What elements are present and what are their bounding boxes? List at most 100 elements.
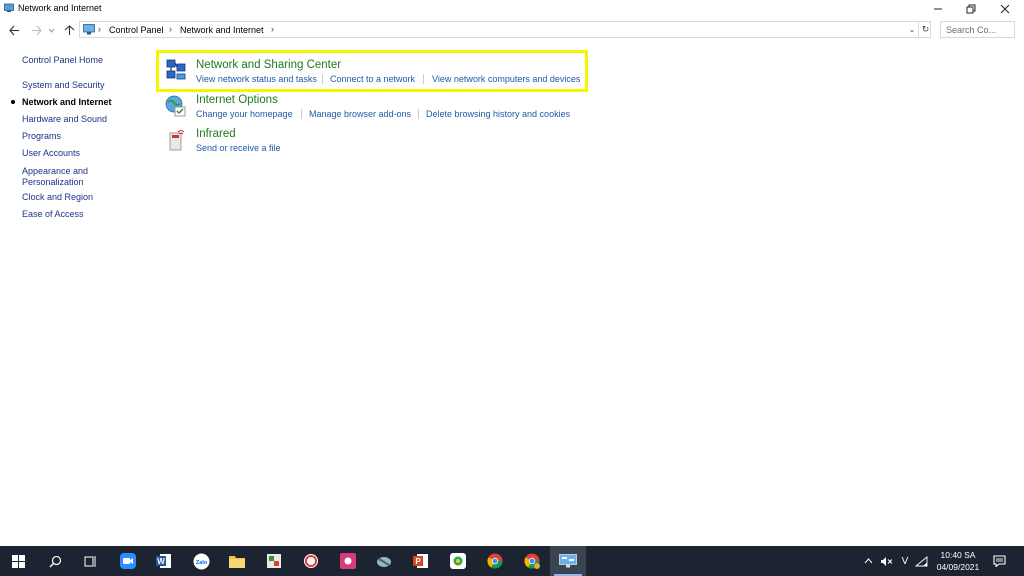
start-button[interactable] [0, 546, 36, 576]
nav-clock-and-region[interactable]: Clock and Region [22, 192, 93, 203]
task-view-button[interactable] [72, 546, 108, 576]
app-icon [450, 553, 466, 569]
taskbar-app[interactable] [366, 546, 402, 576]
search-input[interactable]: Search Co... [940, 21, 1015, 38]
powerpoint-icon: P [413, 554, 428, 568]
taskbar-word[interactable]: W [146, 546, 182, 576]
chevron-down-icon: ⌄ [908, 25, 916, 34]
search-button[interactable] [37, 546, 73, 576]
start-icon [11, 554, 25, 568]
word-icon: W [156, 554, 171, 568]
clock[interactable]: 10:40 SA 04/09/2021 [928, 549, 988, 573]
internet-options-icon [165, 95, 186, 117]
taskbar-zoom[interactable] [110, 546, 146, 576]
control-panel-icon [4, 3, 14, 12]
taskbar-powerpoint[interactable]: P [403, 546, 439, 576]
up-button[interactable] [61, 22, 77, 38]
nav-network-and-internet[interactable]: Network and Internet [22, 97, 112, 108]
minimize-button[interactable] [921, 0, 955, 18]
nav-appearance-and-personalization[interactable]: Appearance and [22, 166, 88, 177]
task-separator [423, 74, 424, 84]
taskbar-zalo[interactable]: Zalo [183, 546, 219, 576]
navigation-bar: › Control Panel › Network and Internet ›… [0, 20, 1024, 40]
nav-user-accounts[interactable]: User Accounts [22, 148, 80, 159]
refresh-button[interactable]: ↻ [918, 22, 932, 37]
svg-text:W: W [157, 557, 165, 566]
app-icon [267, 554, 281, 568]
chevron-right-icon[interactable]: › [169, 24, 172, 34]
arrow-left-icon [8, 25, 19, 35]
category-infrared[interactable]: Infrared [196, 128, 236, 140]
address-dropdown-button[interactable]: ⌄ [906, 23, 918, 36]
restore-button[interactable] [954, 0, 988, 18]
nav-ease-of-access[interactable]: Ease of Access [22, 209, 84, 220]
recent-locations-button[interactable] [46, 22, 56, 38]
task-separator [322, 74, 323, 84]
svg-text:Zalo: Zalo [195, 560, 207, 566]
taskbar-app[interactable] [256, 546, 292, 576]
taskbar-control-panel[interactable] [550, 546, 586, 576]
action-center-button[interactable] [988, 546, 1010, 576]
nav-hardware-and-sound[interactable]: Hardware and Sound [22, 114, 107, 125]
task-manage-add-ons[interactable]: Manage browser add-ons [309, 109, 411, 119]
nav-programs[interactable]: Programs [22, 131, 61, 142]
arrow-right-icon [31, 25, 42, 35]
title-bar: Network and Internet [0, 0, 1024, 18]
taskbar-file-explorer[interactable] [219, 546, 255, 576]
taskbar-chrome[interactable] [477, 546, 513, 576]
breadcrumb-control-panel[interactable]: Control Panel [109, 25, 164, 35]
app-icon [340, 553, 356, 569]
back-button[interactable] [6, 22, 22, 38]
input-method-indicator[interactable]: V [897, 546, 913, 576]
close-icon [1000, 4, 1010, 14]
chevron-right-icon[interactable]: › [271, 24, 274, 34]
file-explorer-icon [229, 556, 245, 568]
zalo-icon: Zalo [193, 553, 209, 569]
app-icon [377, 557, 391, 567]
taskbar-app[interactable] [330, 546, 366, 576]
svg-text:P: P [415, 557, 421, 566]
network-button[interactable] [913, 546, 929, 576]
search-icon [49, 555, 61, 567]
wifi-icon [914, 555, 927, 566]
category-internet-options[interactable]: Internet Options [196, 94, 278, 106]
window-title: Network and Internet [18, 3, 102, 13]
chevron-down-icon [48, 28, 54, 33]
taskbar-chrome-profile[interactable] [514, 546, 550, 576]
app-icon [304, 554, 318, 568]
nav-control-panel-home[interactable]: Control Panel Home [22, 55, 103, 66]
control-panel-icon [559, 554, 577, 568]
taskbar-app[interactable] [293, 546, 329, 576]
minimize-icon [934, 8, 942, 10]
volume-muted-icon [880, 556, 892, 566]
close-button[interactable] [988, 0, 1022, 18]
chevron-right-icon: › [98, 24, 101, 34]
address-bar[interactable]: › Control Panel › Network and Internet ›… [79, 21, 931, 38]
refresh-icon: ↻ [921, 24, 930, 34]
task-delete-browsing-history[interactable]: Delete browsing history and cookies [426, 109, 570, 119]
breadcrumb-network-and-internet[interactable]: Network and Internet [180, 25, 264, 35]
task-separator [418, 109, 419, 119]
show-hidden-icons-button[interactable] [861, 546, 875, 576]
chrome-icon [487, 553, 503, 569]
task-send-receive-file[interactable]: Send or receive a file [196, 143, 281, 153]
notification-icon [992, 555, 1006, 567]
task-connect-to-network[interactable]: Connect to a network [330, 74, 415, 84]
clock-date: 04/09/2021 [936, 562, 980, 572]
nav-system-and-security[interactable]: System and Security [22, 80, 105, 91]
arrow-up-icon [64, 24, 74, 35]
task-view-network-status[interactable]: View network status and tasks [196, 74, 317, 84]
clock-time: 10:40 SA [940, 550, 976, 560]
task-change-homepage[interactable]: Change your homepage [196, 109, 293, 119]
category-network-sharing-center[interactable]: Network and Sharing Center [196, 59, 341, 71]
current-bullet [11, 100, 15, 104]
zoom-icon [120, 553, 136, 569]
forward-button[interactable] [28, 22, 44, 38]
nav-appearance-and-personalization-line2[interactable]: Personalization [22, 177, 84, 188]
volume-button[interactable] [877, 546, 895, 576]
restore-icon [966, 4, 976, 14]
search-placeholder: Search Co... [946, 25, 997, 35]
task-view-network-computers[interactable]: View network computers and devices [432, 74, 580, 84]
taskbar-app[interactable] [440, 546, 476, 576]
taskbar: W Zalo P V 10:40 SA 04/09/2021 [0, 546, 1024, 576]
